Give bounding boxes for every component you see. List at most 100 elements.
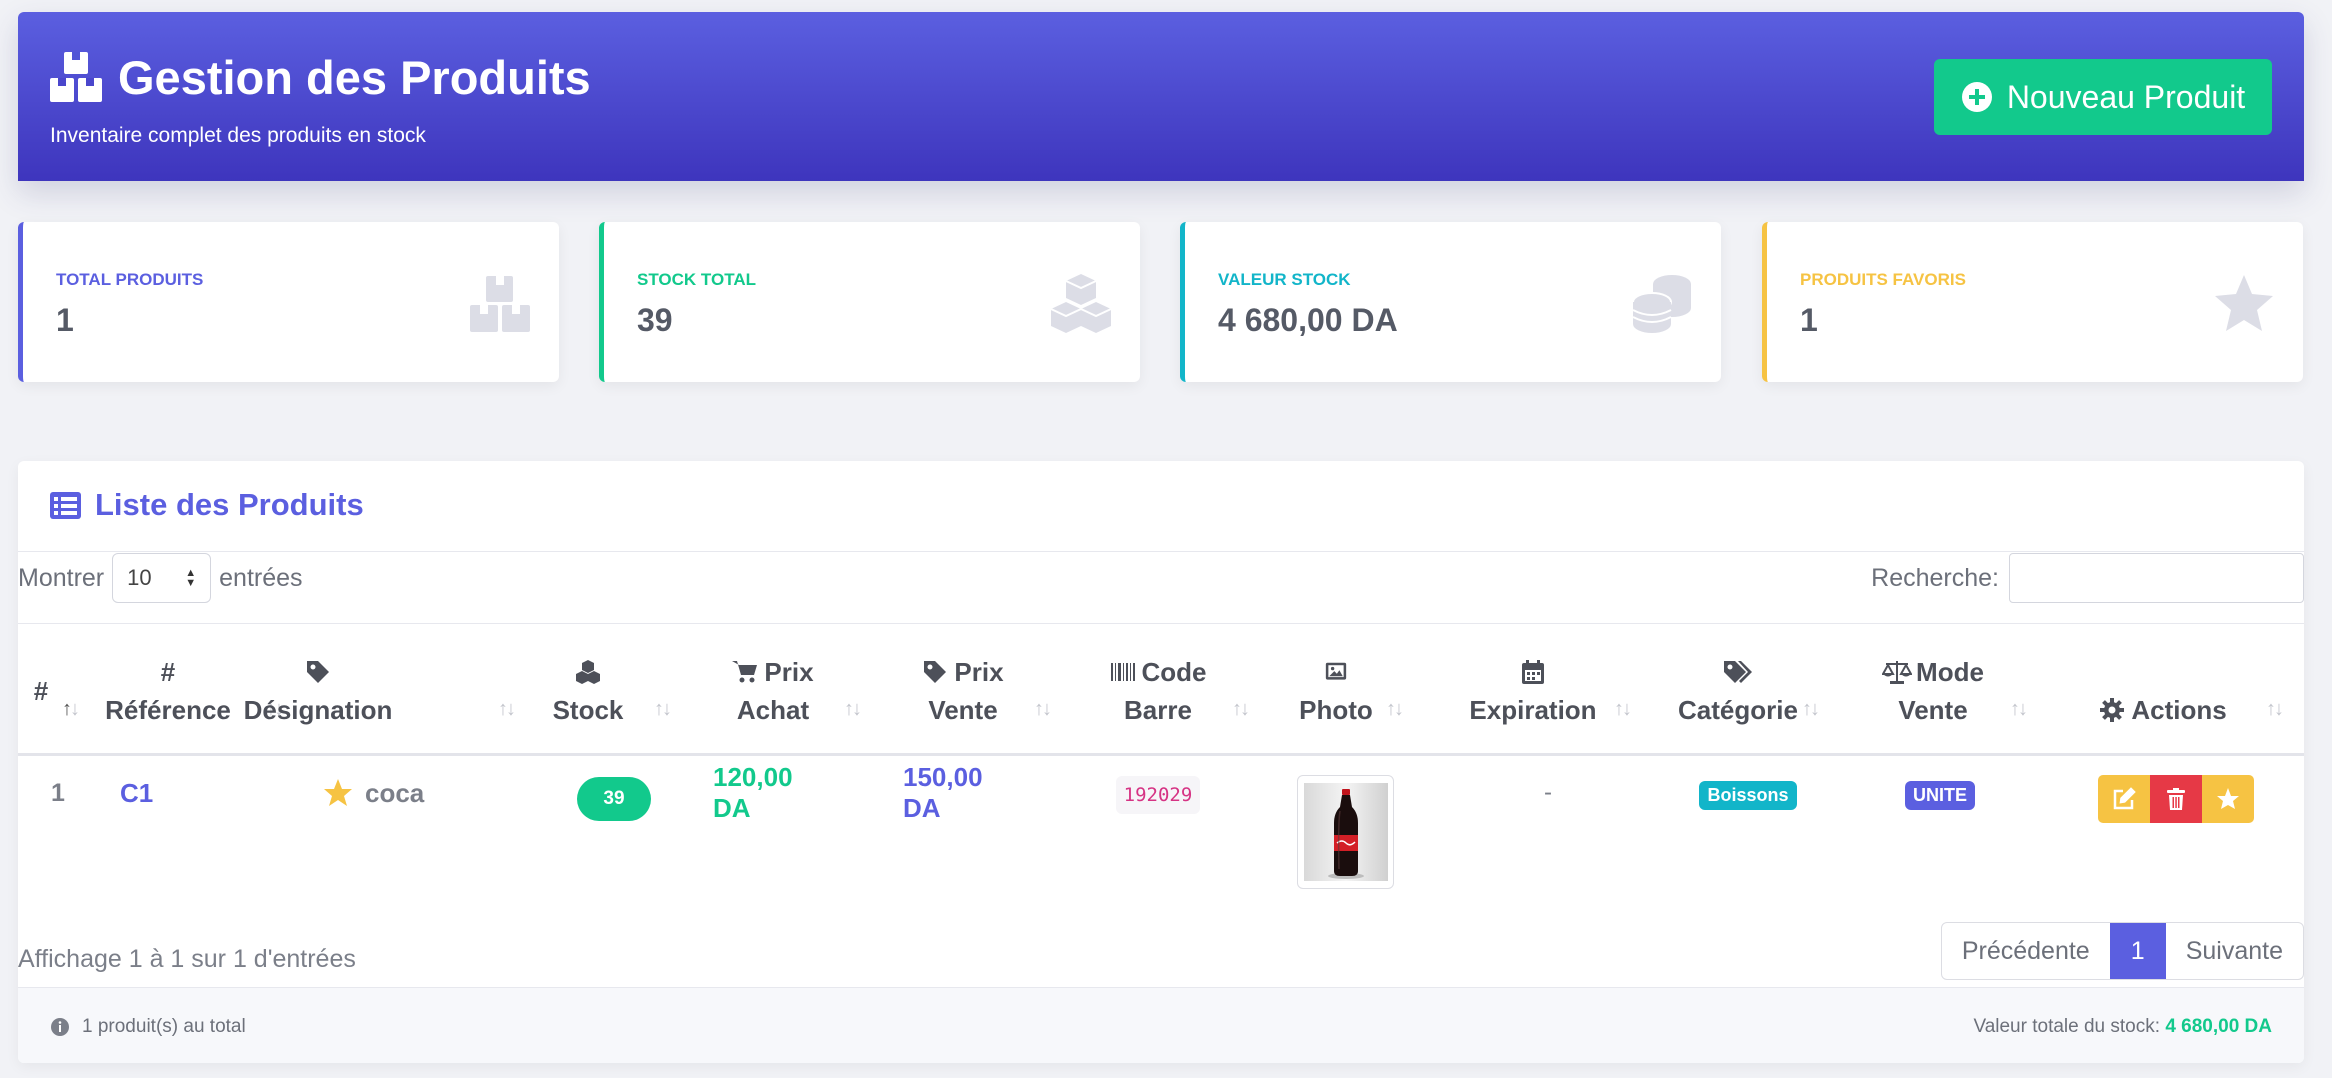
- barcode-value: 192029: [1115, 776, 1201, 814]
- show-label: Montrer: [18, 563, 105, 592]
- sort-icon[interactable]: ↑↓: [1232, 698, 1250, 721]
- edit-icon: [2113, 787, 2136, 810]
- sort-icon[interactable]: ↑↓: [2010, 698, 2028, 721]
- col-header-label: Prix: [764, 657, 814, 687]
- row-actions: [2098, 775, 2254, 823]
- col-header-label: Prix: [954, 657, 1004, 687]
- next-page-button[interactable]: Suivante: [2166, 923, 2303, 979]
- row-reference[interactable]: C1: [120, 773, 153, 813]
- coins-icon: [1632, 275, 1691, 333]
- tag-icon: [924, 661, 947, 683]
- col-header-label: Vente: [1898, 695, 1968, 725]
- sort-icon[interactable]: ↑↓: [654, 698, 672, 721]
- favorite-button[interactable]: [2202, 775, 2254, 823]
- category-badge: Boissons: [1699, 780, 1797, 810]
- col-header-stock[interactable]: Stock: [548, 646, 628, 736]
- row-code-barre: 192029: [1113, 775, 1203, 815]
- stat-card-total-products: TOTAL PRODUITS 1: [18, 222, 559, 382]
- stat-value: 39: [637, 302, 673, 338]
- row-designation: coca: [323, 773, 424, 813]
- barcode-icon: [1110, 663, 1135, 681]
- col-header-label: #: [33, 676, 49, 706]
- col-header-mode-vente[interactable]: Mode Vente: [1868, 646, 1998, 736]
- search-input[interactable]: [2009, 553, 2304, 603]
- sort-icon[interactable]: ↑↓: [1386, 698, 1404, 721]
- new-product-button[interactable]: Nouveau Produit: [1934, 59, 2272, 135]
- page-title-text: Gestion des Produits: [118, 51, 591, 104]
- page-subtitle: Inventaire complet des produits en stock: [50, 124, 426, 147]
- col-header-prix-achat[interactable]: Prix Achat: [713, 646, 833, 736]
- stat-card-stock-value: VALEUR STOCK 4 680,00 DA: [1180, 222, 1721, 382]
- footer-stock-value: Valeur totale du stock: 4 680,00 DA: [1973, 1016, 2272, 1038]
- col-header-label: Mode: [1916, 657, 1984, 687]
- prev-page-button[interactable]: Précédente: [1942, 923, 2110, 979]
- col-header-code-barre[interactable]: Code Barre: [1103, 646, 1213, 736]
- col-header-label: Expiration: [1469, 695, 1597, 725]
- delete-button[interactable]: [2150, 775, 2202, 823]
- page-button-current[interactable]: 1: [2109, 923, 2166, 979]
- col-header-index[interactable]: #: [26, 646, 56, 736]
- col-header-photo[interactable]: Photo: [1286, 646, 1386, 736]
- star-icon: [2215, 275, 2273, 331]
- stat-value: 4 680,00 DA: [1218, 302, 1398, 338]
- col-header-label: Vente: [928, 695, 998, 725]
- page-header: Gestion des Produits Inventaire complet …: [18, 12, 2304, 181]
- col-header-prix-vente[interactable]: Prix Vente: [903, 646, 1023, 736]
- star-icon: [2217, 788, 2239, 809]
- col-header-categorie[interactable]: Catégorie: [1658, 646, 1818, 736]
- stock-value-amount: 4 680,00 DA: [2165, 1016, 2272, 1037]
- col-header-label: Catégorie: [1678, 695, 1798, 725]
- boxes-icon: [50, 51, 102, 102]
- col-header-actions[interactable]: Actions: [2088, 646, 2238, 736]
- sort-icon[interactable]: ↑↓: [2266, 698, 2284, 721]
- products-panel: Liste des Produits Montrer 10 ▲ ▼ entrées…: [18, 461, 2304, 1063]
- boxes-icon: [470, 276, 530, 332]
- footer-total-text: 1 produit(s) au total: [82, 1016, 246, 1037]
- table-info: Affichage 1 à 1 sur 1 d'entrées: [18, 945, 356, 973]
- row-expiration: -: [1544, 779, 1552, 806]
- col-header-label: Désignation: [243, 695, 393, 725]
- info-circle-icon: [51, 1018, 69, 1036]
- divider: [18, 551, 2304, 552]
- page-title: Gestion des Produits: [50, 50, 591, 105]
- pagination: Précédente 1 Suivante: [1940, 922, 2304, 980]
- sort-icon[interactable]: ↑↓: [498, 698, 516, 721]
- stat-label: VALEUR STOCK: [1218, 270, 1351, 289]
- panel-footer: 1 produit(s) au total Valeur totale du s…: [18, 987, 2304, 1063]
- search-label: Recherche:: [1871, 563, 1999, 592]
- page-length-control: Montrer 10 ▲ ▼ entrées: [18, 553, 303, 603]
- row-categorie: Boissons: [1668, 779, 1828, 811]
- favorite-star-icon: [324, 779, 352, 806]
- stat-card-stock-total: STOCK TOTAL 39: [599, 222, 1140, 382]
- row-prix-vente: 150,00 DA: [903, 762, 983, 823]
- stat-label: STOCK TOTAL: [637, 270, 756, 289]
- stat-label: PRODUITS FAVORIS: [1800, 270, 1966, 289]
- sort-asc-icon[interactable]: ↑↓: [62, 698, 80, 721]
- page-length-value: 10: [127, 565, 152, 590]
- designation-text: coca: [365, 777, 425, 808]
- sort-icon[interactable]: ↑↓: [1034, 698, 1052, 721]
- col-header-expiration[interactable]: Expiration: [1448, 646, 1618, 736]
- stat-value: 1: [1800, 302, 1818, 338]
- col-header-reference[interactable]: # Référence: [105, 646, 231, 736]
- sort-icon[interactable]: ↑↓: [844, 698, 862, 721]
- col-header-designation[interactable]: Désignation: [223, 646, 413, 736]
- new-product-label: Nouveau Produit: [2006, 78, 2246, 115]
- col-header-label: Code: [1141, 657, 1207, 687]
- sort-icon[interactable]: ↑↓: [1802, 698, 1820, 721]
- col-header-label: Actions: [2131, 695, 2227, 725]
- col-header-label: Référence: [105, 695, 231, 725]
- row-prix-achat: 120,00 DA: [713, 762, 793, 823]
- divider: [18, 623, 2304, 624]
- product-photo[interactable]: [1297, 775, 1394, 889]
- col-header-label: Achat: [736, 695, 810, 725]
- list-icon: [50, 491, 81, 519]
- edit-button[interactable]: [2098, 775, 2150, 823]
- calendar-icon: [1522, 660, 1544, 684]
- image-icon: [1325, 662, 1347, 680]
- tags-icon: [1724, 661, 1752, 683]
- sort-icon[interactable]: ↑↓: [1614, 698, 1632, 721]
- entries-label: entrées: [219, 563, 303, 592]
- stock-value-label: Valeur totale du stock:: [1973, 1016, 2161, 1037]
- page-length-select[interactable]: 10 ▲ ▼: [112, 553, 212, 603]
